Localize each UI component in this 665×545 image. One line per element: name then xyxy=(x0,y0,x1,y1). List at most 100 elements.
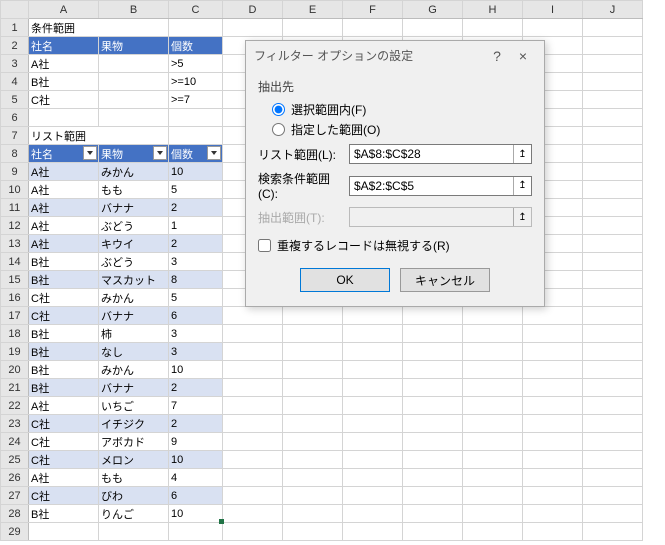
cell[interactable]: C社 xyxy=(29,433,99,451)
cell[interactable]: 10 xyxy=(169,361,223,379)
cell[interactable]: 10 xyxy=(169,163,223,181)
cell[interactable]: B社 xyxy=(29,505,99,523)
row-header[interactable]: 3 xyxy=(1,55,29,73)
row-header[interactable]: 8 xyxy=(1,145,29,163)
col-header[interactable]: H xyxy=(463,1,523,19)
cell[interactable]: 柿 xyxy=(99,325,169,343)
range-picker-icon[interactable]: ↥ xyxy=(513,208,531,226)
row-header[interactable]: 13 xyxy=(1,235,29,253)
cell[interactable]: 2 xyxy=(169,415,223,433)
col-header[interactable]: B xyxy=(99,1,169,19)
cell[interactable]: アボカド xyxy=(99,433,169,451)
cell[interactable]: 3 xyxy=(169,325,223,343)
cell[interactable]: 1 xyxy=(169,217,223,235)
row-header[interactable]: 27 xyxy=(1,487,29,505)
cell[interactable]: C社 xyxy=(29,415,99,433)
row-header[interactable]: 15 xyxy=(1,271,29,289)
cell[interactable]: A社 xyxy=(29,235,99,253)
cell[interactable]: A社 xyxy=(29,397,99,415)
cell[interactable]: A社 xyxy=(29,469,99,487)
cell[interactable]: C社 xyxy=(29,91,99,109)
filter-dropdown-icon[interactable] xyxy=(153,146,167,160)
table-header[interactable]: 社名 xyxy=(29,37,99,55)
cell[interactable]: 2 xyxy=(169,379,223,397)
select-all-corner[interactable] xyxy=(1,1,29,19)
cell[interactable]: 10 xyxy=(169,451,223,469)
cell[interactable]: マスカット xyxy=(99,271,169,289)
cell[interactable]: バナナ xyxy=(99,379,169,397)
ok-button[interactable]: OK xyxy=(300,268,390,292)
radio-input[interactable] xyxy=(272,103,285,116)
cell[interactable]: A社 xyxy=(29,199,99,217)
cell[interactable]: B社 xyxy=(29,325,99,343)
filter-dropdown-icon[interactable] xyxy=(207,146,221,160)
cell[interactable]: 10 xyxy=(169,505,223,523)
table-header[interactable]: 果物 xyxy=(99,37,169,55)
cell[interactable]: みかん xyxy=(99,289,169,307)
cell[interactable]: 3 xyxy=(169,343,223,361)
row-header[interactable]: 5 xyxy=(1,91,29,109)
help-button[interactable]: ? xyxy=(484,48,510,64)
row-header[interactable]: 2 xyxy=(1,37,29,55)
filter-dropdown-icon[interactable] xyxy=(83,146,97,160)
cell[interactable]: >=10 xyxy=(169,73,223,91)
cell[interactable]: みかん xyxy=(99,163,169,181)
cell[interactable]: 6 xyxy=(169,487,223,505)
cell[interactable]: 4 xyxy=(169,469,223,487)
cell[interactable]: C社 xyxy=(29,307,99,325)
cell[interactable]: A社 xyxy=(29,55,99,73)
cell[interactable]: なし xyxy=(99,343,169,361)
cell[interactable]: B社 xyxy=(29,271,99,289)
cell[interactable]: もも xyxy=(99,469,169,487)
col-header[interactable]: C xyxy=(169,1,223,19)
row-header[interactable]: 12 xyxy=(1,217,29,235)
col-header[interactable]: F xyxy=(343,1,403,19)
dialog-titlebar[interactable]: フィルター オプションの設定 ? × xyxy=(246,41,544,70)
row-header[interactable]: 18 xyxy=(1,325,29,343)
cell[interactable]: B社 xyxy=(29,361,99,379)
row-header[interactable]: 26 xyxy=(1,469,29,487)
radio-copy-to[interactable]: 指定した範囲(O) xyxy=(272,121,532,138)
range-picker-icon[interactable]: ↥ xyxy=(513,177,531,195)
cell[interactable]: 8 xyxy=(169,271,223,289)
cell[interactable]: A社 xyxy=(29,163,99,181)
cell[interactable]: 5 xyxy=(169,181,223,199)
cell[interactable]: B社 xyxy=(29,379,99,397)
col-header[interactable]: D xyxy=(223,1,283,19)
cell[interactable]: C社 xyxy=(29,289,99,307)
row-header[interactable]: 14 xyxy=(1,253,29,271)
cell[interactable]: C社 xyxy=(29,487,99,505)
row-header[interactable]: 16 xyxy=(1,289,29,307)
table-header[interactable]: 個数 xyxy=(169,37,223,55)
cell[interactable]: >5 xyxy=(169,55,223,73)
cell[interactable]: キウイ xyxy=(99,235,169,253)
cell[interactable] xyxy=(99,91,169,109)
col-header[interactable]: J xyxy=(583,1,643,19)
cell[interactable]: 3 xyxy=(169,253,223,271)
range-picker-icon[interactable]: ↥ xyxy=(513,145,531,163)
table-header[interactable]: 個数 xyxy=(169,145,223,163)
cancel-button[interactable]: キャンセル xyxy=(400,268,490,292)
cell[interactable]: ぶどう xyxy=(99,217,169,235)
cell[interactable]: 6 xyxy=(169,307,223,325)
cell[interactable]: A社 xyxy=(29,181,99,199)
row-header[interactable]: 20 xyxy=(1,361,29,379)
unique-records-check[interactable]: 重複するレコードは無視する(R) xyxy=(258,237,532,254)
row-header[interactable]: 6 xyxy=(1,109,29,127)
col-header[interactable]: I xyxy=(523,1,583,19)
cell[interactable]: 2 xyxy=(169,235,223,253)
row-header[interactable]: 11 xyxy=(1,199,29,217)
checkbox-input[interactable] xyxy=(258,239,271,252)
col-header[interactable]: A xyxy=(29,1,99,19)
cell[interactable]: バナナ xyxy=(99,307,169,325)
row-header[interactable]: 19 xyxy=(1,343,29,361)
fill-handle[interactable] xyxy=(219,519,224,524)
row-header[interactable]: 29 xyxy=(1,523,29,541)
cell[interactable]: メロン xyxy=(99,451,169,469)
cell[interactable]: 条件範囲 xyxy=(29,19,169,37)
row-header[interactable]: 7 xyxy=(1,127,29,145)
cell[interactable]: A社 xyxy=(29,217,99,235)
cell[interactable]: 7 xyxy=(169,397,223,415)
radio-filter-in-place[interactable]: 選択範囲内(F) xyxy=(272,101,532,118)
cell[interactable]: B社 xyxy=(29,343,99,361)
